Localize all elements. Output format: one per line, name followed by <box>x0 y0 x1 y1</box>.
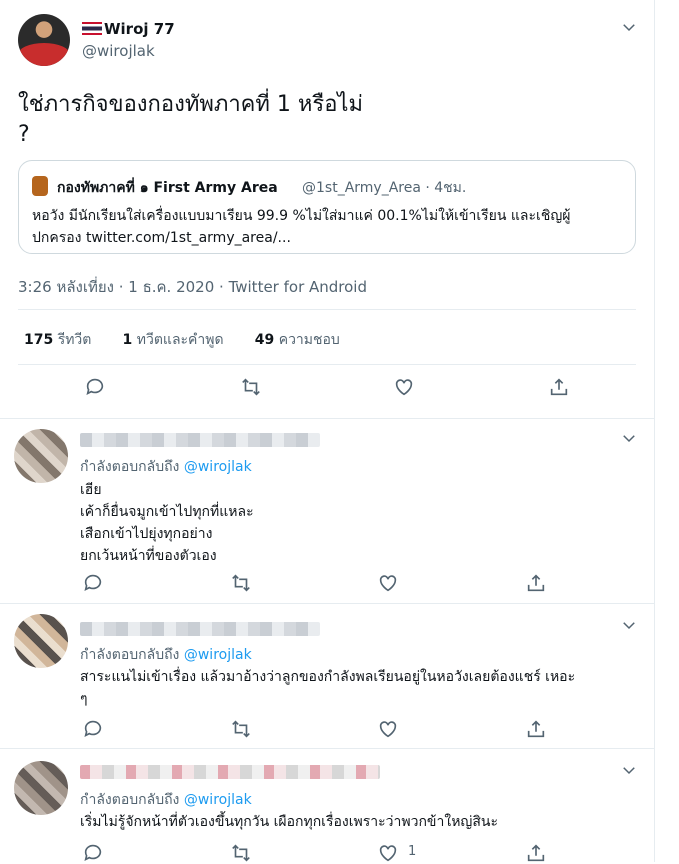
chevron-down-icon[interactable] <box>620 616 638 634</box>
reply-avatar[interactable] <box>14 614 68 668</box>
tweet-meta[interactable]: 3:26 หลังเที่ยง · 1 ธ.ค. 2020 · Twitter … <box>18 275 367 299</box>
quoted-avatar <box>32 176 48 196</box>
likes-stat[interactable]: 49 ความชอบ <box>255 332 340 348</box>
chevron-down-icon[interactable] <box>620 761 638 779</box>
retweets-stat[interactable]: 175 รีทวีต <box>24 332 91 348</box>
tweet-stats: 175 รีทวีต 1 ทวีตและคำพูด 49 ความชอบ <box>24 329 340 351</box>
reply-icon[interactable] <box>82 572 104 594</box>
share-icon[interactable] <box>525 572 547 594</box>
author-avatar[interactable] <box>18 14 70 66</box>
tweet-text: ใช่ภารกิจของกองทัพภาคที่ 1 หรือไม่ ? <box>18 92 363 147</box>
quoted-author-name: กองทัพภาคที่ ๑ First Army Area <box>57 180 278 196</box>
reply-item[interactable]: กำลังตอบกลับถึง @wirojlak เริ่มไม่รู้จัก… <box>0 749 655 862</box>
like-icon[interactable] <box>377 572 399 594</box>
replying-to: กำลังตอบกลับถึง @wirojlak <box>80 792 252 808</box>
chevron-down-icon[interactable] <box>620 18 638 36</box>
thai-flag-icon <box>82 22 102 35</box>
like-icon[interactable] <box>393 376 415 398</box>
share-icon[interactable] <box>548 376 570 398</box>
share-icon[interactable] <box>525 718 547 740</box>
reply-author-name-blurred <box>80 765 380 779</box>
reply-item[interactable]: กำลังตอบกลับถึง @wirojlak เฮีย เค้าก็ยื่… <box>0 419 655 603</box>
reply-icon[interactable] <box>82 718 104 740</box>
retweet-icon[interactable] <box>230 572 252 594</box>
retweet-icon[interactable] <box>240 376 262 398</box>
quotes-stat[interactable]: 1 ทวีตและคำพูด <box>123 332 224 348</box>
divider <box>18 309 636 310</box>
reply-item[interactable]: กำลังตอบกลับถึง @wirojlak สาระแนไม่เข้าเ… <box>0 604 655 748</box>
like-icon[interactable] <box>377 718 399 740</box>
share-icon[interactable] <box>525 842 547 864</box>
quoted-text: หอวัง มีนักเรียนใส่เครื่องแบบมาเรียน 99.… <box>32 208 571 246</box>
replying-to: กำลังตอบกลับถึง @wirojlak <box>80 459 252 475</box>
like-icon[interactable] <box>377 842 399 864</box>
like-count: 1 <box>408 844 417 859</box>
reply-icon[interactable] <box>84 376 106 398</box>
tweet-page: Wiroj 77 @wirojlak ใช่ภารกิจของกองทัพภาค… <box>0 0 655 862</box>
reply-avatar[interactable] <box>14 429 68 483</box>
reply-icon[interactable] <box>82 842 104 864</box>
retweet-icon[interactable] <box>230 718 252 740</box>
replying-to: กำลังตอบกลับถึง @wirojlak <box>80 647 252 663</box>
reply-author-name-blurred <box>80 433 320 447</box>
reply-author-name-blurred <box>80 622 320 636</box>
chevron-down-icon[interactable] <box>620 429 638 447</box>
reply-text: เฮีย เค้าก็ยื่นจมูกเข้าไปทุกที่แหละ เสือ… <box>80 482 254 564</box>
retweet-icon[interactable] <box>230 842 252 864</box>
reply-avatar[interactable] <box>14 761 68 815</box>
reply-text: เริ่มไม่รู้จักหน้าที่ตัวเองขึ้นทุกวัน เผ… <box>80 814 498 830</box>
quoted-handle-time: @1st_Army_Area · 4ชม. <box>302 180 467 196</box>
tweet-actions <box>0 376 655 406</box>
author-handle[interactable]: @wirojlak <box>82 42 155 60</box>
quoted-tweet[interactable]: กองทัพภาคที่ ๑ First Army Area @1st_Army… <box>18 160 636 254</box>
author-name[interactable]: Wiroj 77 <box>82 20 175 38</box>
divider <box>18 364 636 365</box>
reply-text: สาระแนไม่เข้าเรื่อง แล้วมาอ้างว่าลูกของก… <box>80 669 576 707</box>
